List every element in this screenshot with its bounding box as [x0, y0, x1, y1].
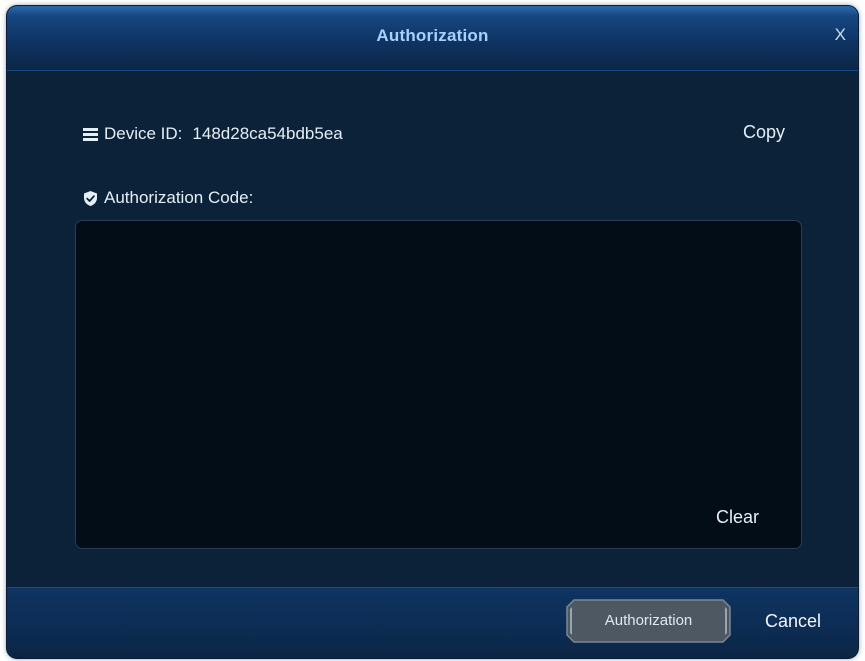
authorization-code-input[interactable]	[76, 221, 801, 548]
authorization-button-label: Authorization	[604, 612, 693, 629]
list-icon	[82, 126, 99, 143]
device-id-row: Device ID: 148d28ca54bdb5ea	[82, 123, 343, 145]
dialog-title: Authorization	[376, 26, 489, 45]
device-id-label: Device ID:	[104, 124, 183, 143]
authorization-button[interactable]: Authorization	[566, 599, 731, 643]
device-id-value: 148d28ca54bdb5ea	[192, 124, 343, 143]
authorization-code-row: Authorization Code:	[82, 188, 253, 208]
title-bar: Authorization X	[7, 6, 858, 71]
shield-check-icon	[82, 190, 99, 207]
cancel-button[interactable]: Cancel	[765, 611, 821, 632]
dialog-footer: Authorization Cancel	[7, 587, 858, 658]
close-button[interactable]: X	[835, 25, 846, 45]
authorization-code-label: Authorization Code:	[104, 188, 254, 207]
copy-button[interactable]: Copy	[743, 122, 785, 143]
authorization-code-box: Clear	[75, 220, 802, 549]
authorization-dialog: Authorization X Device ID: 148d28ca54bdb…	[7, 6, 858, 658]
clear-button[interactable]: Clear	[716, 507, 759, 528]
